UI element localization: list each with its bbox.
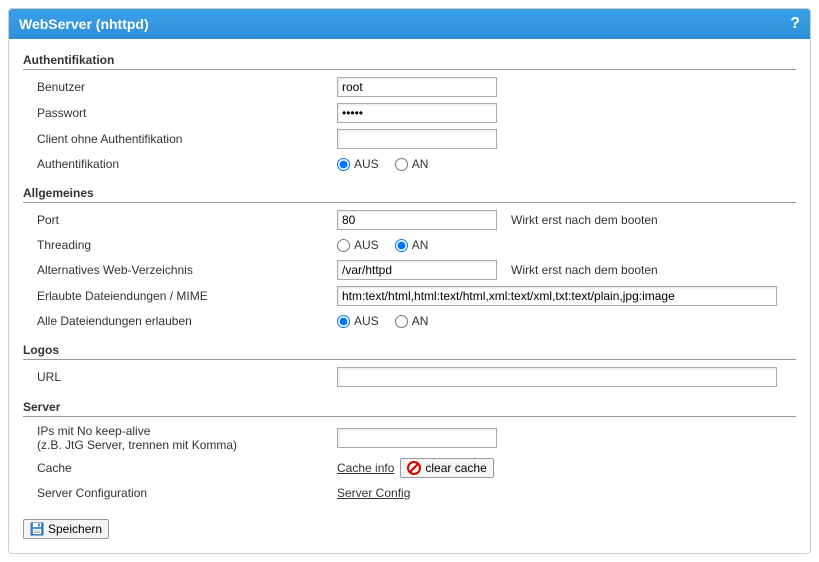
help-icon[interactable]: ?: [790, 15, 800, 33]
panel-title: WebServer (nhttpd): [19, 16, 149, 32]
row-password: Passwort: [23, 100, 796, 126]
label-nokeep: IPs mit No keep-alive (z.B. JtG Server, …: [37, 424, 337, 452]
input-client-noauth[interactable]: [337, 129, 497, 149]
row-auth-toggle: Authentifikation AUS AN: [23, 152, 796, 176]
section-server-title: Server: [23, 396, 796, 417]
radio-auth-aus[interactable]: [337, 158, 350, 171]
label-threading: Threading: [37, 238, 337, 252]
save-button-label: Speichern: [48, 522, 102, 536]
row-altdir: Alternatives Web-Verzeichnis Wirkt erst …: [23, 257, 796, 283]
radio-threading-an-label: AN: [412, 238, 429, 252]
radio-auth-an[interactable]: [395, 158, 408, 171]
input-user[interactable]: [337, 77, 497, 97]
radio-threading-aus[interactable]: [337, 239, 350, 252]
label-user: Benutzer: [37, 80, 337, 94]
label-password: Passwort: [37, 106, 337, 120]
section-logos-title: Logos: [23, 339, 796, 360]
row-allext: Alle Dateiendungen erlauben AUS AN: [23, 309, 796, 333]
label-nokeep-sub: (z.B. JtG Server, trennen mit Komma): [37, 438, 337, 452]
link-cache-info[interactable]: Cache info: [337, 461, 394, 475]
clear-cache-label: clear cache: [425, 461, 486, 475]
no-icon: [407, 461, 421, 475]
row-mime: Erlaubte Dateiendungen / MIME: [23, 283, 796, 309]
radio-auth-aus-label: AUS: [354, 157, 379, 171]
input-nokeep[interactable]: [337, 428, 497, 448]
radio-auth-an-label: AN: [412, 157, 429, 171]
label-client-noauth: Client ohne Authentifikation: [37, 132, 337, 146]
label-cache: Cache: [37, 461, 337, 475]
panel-header: WebServer (nhttpd) ?: [9, 9, 810, 39]
radio-allext-an[interactable]: [395, 315, 408, 328]
save-button[interactable]: Speichern: [23, 519, 109, 539]
section-auth-title: Authentifikation: [23, 49, 796, 70]
row-threading: Threading AUS AN: [23, 233, 796, 257]
settings-panel: WebServer (nhttpd) ? Authentifikation Be…: [8, 8, 811, 554]
radio-threading-aus-label: AUS: [354, 238, 379, 252]
label-port: Port: [37, 213, 337, 227]
radio-threading-an[interactable]: [395, 239, 408, 252]
row-server-config: Server Configuration Server Config: [23, 481, 796, 505]
input-altdir[interactable]: [337, 260, 497, 280]
hint-altdir: Wirkt erst nach dem booten: [511, 263, 658, 277]
section-general-title: Allgemeines: [23, 182, 796, 203]
row-cache: Cache Cache info clear cache: [23, 455, 796, 481]
save-icon: [30, 522, 44, 536]
label-mime: Erlaubte Dateiendungen / MIME: [37, 289, 337, 303]
panel-body: Authentifikation Benutzer Passwort Clien…: [9, 39, 810, 553]
label-allext: Alle Dateiendungen erlauben: [37, 314, 337, 328]
row-nokeep: IPs mit No keep-alive (z.B. JtG Server, …: [23, 421, 796, 455]
clear-cache-button[interactable]: clear cache: [400, 458, 493, 478]
radio-allext-aus[interactable]: [337, 315, 350, 328]
link-server-config[interactable]: Server Config: [337, 486, 410, 500]
label-server-config: Server Configuration: [37, 486, 337, 500]
label-url: URL: [37, 370, 337, 384]
input-password[interactable]: [337, 103, 497, 123]
input-mime[interactable]: [337, 286, 777, 306]
input-url[interactable]: [337, 367, 777, 387]
row-client-noauth: Client ohne Authentifikation: [23, 126, 796, 152]
label-nokeep-main: IPs mit No keep-alive: [37, 424, 150, 438]
footer: Speichern: [23, 519, 796, 539]
row-url: URL: [23, 364, 796, 390]
radio-allext-an-label: AN: [412, 314, 429, 328]
label-altdir: Alternatives Web-Verzeichnis: [37, 263, 337, 277]
row-port: Port Wirkt erst nach dem booten: [23, 207, 796, 233]
row-user: Benutzer: [23, 74, 796, 100]
radio-allext-aus-label: AUS: [354, 314, 379, 328]
label-auth-toggle: Authentifikation: [37, 157, 337, 171]
input-port[interactable]: [337, 210, 497, 230]
hint-port: Wirkt erst nach dem booten: [511, 213, 658, 227]
